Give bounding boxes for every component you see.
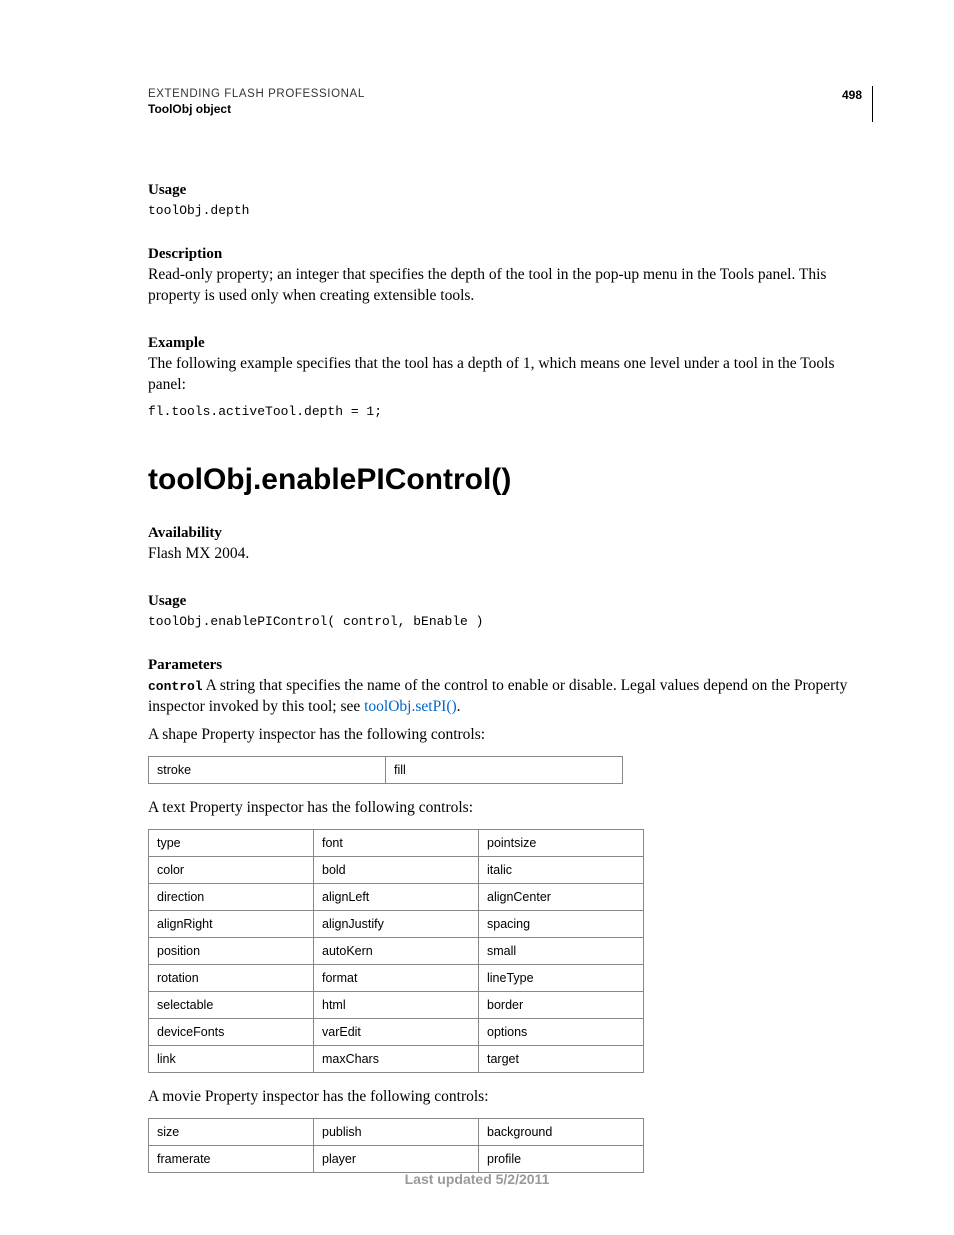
table-cell: alignLeft <box>314 884 479 911</box>
table-cell: color <box>149 857 314 884</box>
table-cell: html <box>314 992 479 1019</box>
table-cell: bold <box>314 857 479 884</box>
table-cell: maxChars <box>314 1046 479 1073</box>
table-row: positionautoKernsmall <box>149 938 644 965</box>
table-row: linkmaxCharstarget <box>149 1046 644 1073</box>
movie-intro: A movie Property inspector has the follo… <box>148 1087 862 1108</box>
table-cell: italic <box>479 857 644 884</box>
page-container: 498 EXTENDING FLASH PROFESSIONAL ToolObj… <box>0 0 954 1235</box>
table-row: typefontpointsize <box>149 830 644 857</box>
table-row: alignRightalignJustifyspacing <box>149 911 644 938</box>
table-cell: autoKern <box>314 938 479 965</box>
param-control-text: control A string that specifies the name… <box>148 676 862 718</box>
table-cell: position <box>149 938 314 965</box>
table-row: sizepublishbackground <box>149 1119 644 1146</box>
table-cell: varEdit <box>314 1019 479 1046</box>
table-row: colorbolditalic <box>149 857 644 884</box>
footer-text: Last updated 5/2/2011 <box>0 1171 954 1187</box>
example-label: Example <box>148 335 862 352</box>
example-code: fl.tools.activeTool.depth = 1; <box>148 404 862 419</box>
table-cell: background <box>479 1119 644 1146</box>
table-cell: stroke <box>149 757 386 784</box>
table-cell: publish <box>314 1119 479 1146</box>
table-cell: selectable <box>149 992 314 1019</box>
table-cell: alignRight <box>149 911 314 938</box>
table-row: deviceFontsvarEditoptions <box>149 1019 644 1046</box>
table-cell: pointsize <box>479 830 644 857</box>
table-row: selectablehtmlborder <box>149 992 644 1019</box>
param-control-desc-2: . <box>457 698 461 715</box>
table-cell: size <box>149 1119 314 1146</box>
availability-label: Availability <box>148 525 862 542</box>
table-cell: spacing <box>479 911 644 938</box>
header-subtitle: ToolObj object <box>148 102 862 116</box>
table-cell: small <box>479 938 644 965</box>
method-usage-code: toolObj.enablePIControl( control, bEnabl… <box>148 614 862 629</box>
header: EXTENDING FLASH PROFESSIONAL ToolObj obj… <box>148 88 862 116</box>
table-cell: alignCenter <box>479 884 644 911</box>
table-cell: alignJustify <box>314 911 479 938</box>
usage-code: toolObj.depth <box>148 203 862 218</box>
table-cell: options <box>479 1019 644 1046</box>
table-row: strokefill <box>149 757 623 784</box>
setpi-link[interactable]: toolObj.setPI() <box>364 698 457 715</box>
table-cell: link <box>149 1046 314 1073</box>
example-text: The following example specifies that the… <box>148 354 862 396</box>
param-control-name: control <box>148 679 203 694</box>
description-text: Read-only property; an integer that spec… <box>148 265 862 307</box>
table-cell: direction <box>149 884 314 911</box>
table-cell: type <box>149 830 314 857</box>
table-cell: font <box>314 830 479 857</box>
shape-table: strokefill <box>148 756 623 784</box>
table-cell: target <box>479 1046 644 1073</box>
header-title: EXTENDING FLASH PROFESSIONAL <box>148 88 862 100</box>
method-title: toolObj.enablePIControl() <box>148 463 862 497</box>
table-cell: player <box>314 1146 479 1173</box>
table-row: framerateplayerprofile <box>149 1146 644 1173</box>
movie-table: sizepublishbackgroundframerateplayerprof… <box>148 1118 644 1173</box>
table-row: rotationformatlineType <box>149 965 644 992</box>
table-row: directionalignLeftalignCenter <box>149 884 644 911</box>
param-control-desc-1: A string that specifies the name of the … <box>148 677 847 715</box>
table-cell: border <box>479 992 644 1019</box>
availability-text: Flash MX 2004. <box>148 544 862 565</box>
shape-intro: A shape Property inspector has the follo… <box>148 725 862 746</box>
description-label: Description <box>148 246 862 263</box>
parameters-label: Parameters <box>148 657 862 674</box>
header-rule <box>872 86 873 122</box>
table-cell: deviceFonts <box>149 1019 314 1046</box>
usage-label: Usage <box>148 182 862 199</box>
table-cell: profile <box>479 1146 644 1173</box>
table-cell: framerate <box>149 1146 314 1173</box>
table-cell: lineType <box>479 965 644 992</box>
table-cell: fill <box>386 757 623 784</box>
table-cell: format <box>314 965 479 992</box>
text-intro: A text Property inspector has the follow… <box>148 798 862 819</box>
table-cell: rotation <box>149 965 314 992</box>
text-table: typefontpointsizecolorbolditalicdirectio… <box>148 829 644 1073</box>
method-usage-label: Usage <box>148 593 862 610</box>
